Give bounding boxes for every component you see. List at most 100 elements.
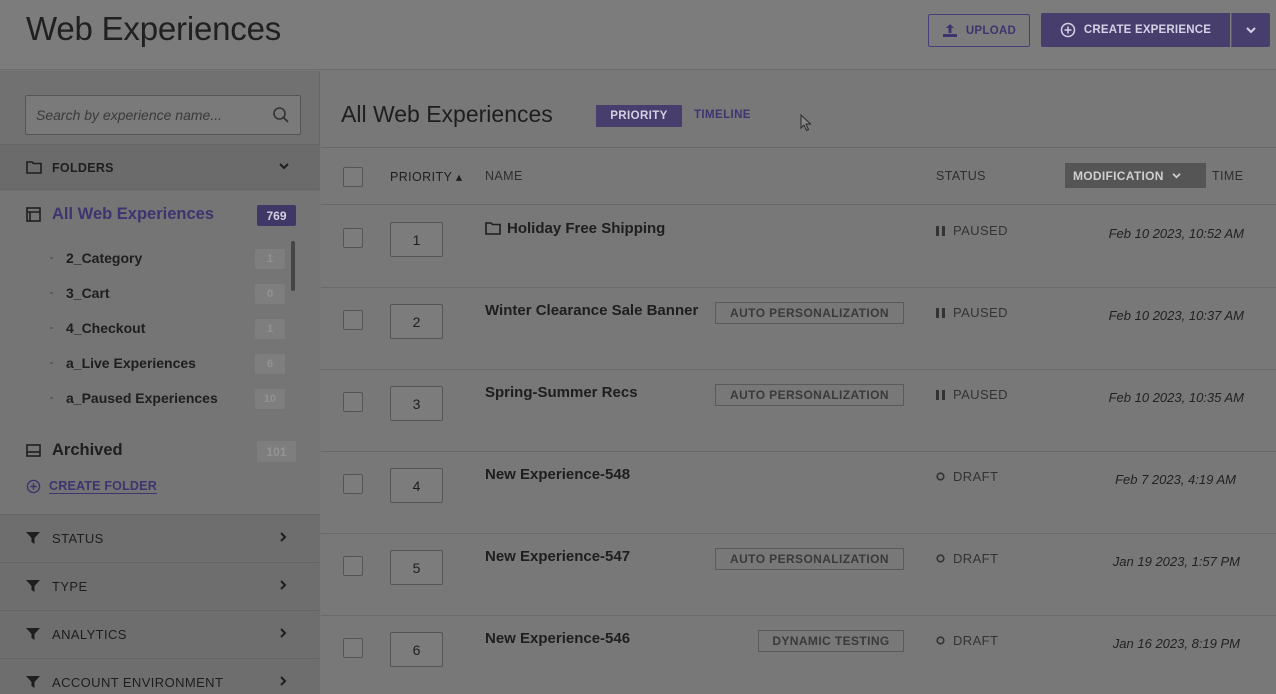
chevron-down-icon: [1172, 173, 1181, 179]
modification-time: Feb 10 2023, 10:37 AM: [1108, 308, 1244, 323]
status-badge: DRAFT: [936, 633, 998, 648]
search-input[interactable]: [36, 107, 266, 123]
modification-time: Feb 10 2023, 10:35 AM: [1108, 390, 1244, 405]
create-folder-label: CREATE FOLDER: [49, 478, 157, 494]
chevron-right-icon: [280, 532, 287, 542]
create-experience-label: CREATE EXPERIENCE: [1083, 24, 1212, 36]
experience-name[interactable]: Winter Clearance Sale Banner: [485, 302, 698, 319]
row-checkbox[interactable]: [343, 474, 363, 494]
folders-section-header[interactable]: FOLDERS: [0, 144, 320, 190]
experience-name-label: Winter Clearance Sale Banner: [485, 302, 699, 319]
type-tag: DYNAMIC TESTING: [758, 630, 904, 652]
column-time: TIME: [1212, 169, 1244, 183]
experience-name-label: Holiday Free Shipping: [507, 220, 666, 237]
folder-icon: [485, 222, 501, 235]
experience-name[interactable]: New Experience-548: [485, 466, 630, 483]
table-row[interactable]: 6 New Experience-546 DYNAMIC TESTING DRA…: [321, 616, 1276, 694]
folder-item-paused-experiences[interactable]: a_Paused Experiences 10: [50, 389, 290, 409]
status-label: PAUSED: [953, 305, 1008, 320]
modification-time: Feb 7 2023, 4:19 AM: [1115, 472, 1236, 487]
status-badge: DRAFT: [936, 469, 998, 484]
folder-label: All Web Experiences: [52, 205, 215, 223]
modification-time: Jan 16 2023, 8:19 PM: [1112, 636, 1240, 651]
table-row[interactable]: 1 Holiday Free Shipping PAUSED Feb 10 20…: [321, 206, 1276, 288]
table-row[interactable]: 2 Winter Clearance Sale Banner AUTO PERS…: [321, 288, 1276, 370]
count-badge: 1: [255, 319, 285, 339]
folder-item-4-checkout[interactable]: 4_Checkout 1: [50, 319, 290, 339]
type-tag: AUTO PERSONALIZATION: [715, 384, 904, 406]
plus-circle-icon: [1060, 22, 1076, 38]
page-title: Web Experiences: [26, 10, 282, 47]
status-label: PAUSED: [953, 387, 1008, 402]
row-checkbox[interactable]: [343, 638, 363, 658]
tab-priority[interactable]: PRIORITY: [596, 105, 682, 127]
filter-analytics[interactable]: ANALYTICS: [0, 610, 320, 657]
row-checkbox[interactable]: [343, 556, 363, 576]
upload-button[interactable]: UPLOAD: [928, 14, 1030, 47]
table-header: PRIORITY ▴ NAME STATUS MODIFICATION TIME: [321, 147, 1276, 205]
filter-type[interactable]: TYPE: [0, 562, 320, 609]
experience-name[interactable]: New Experience-546: [485, 630, 630, 647]
experience-name[interactable]: Spring-Summer Recs: [485, 384, 638, 401]
modification-time: Feb 10 2023, 10:52 AM: [1108, 226, 1244, 241]
experience-name-label: Spring-Summer Recs: [485, 384, 638, 401]
modification-dropdown[interactable]: MODIFICATION: [1065, 163, 1206, 188]
draft-circle-icon: [936, 636, 945, 645]
priority-input[interactable]: 4: [390, 468, 443, 503]
filter-account-environment[interactable]: ACCOUNT ENVIRONMENT: [0, 658, 320, 694]
sidebar: FOLDERS All Web Experiences 769 2_Catego…: [0, 71, 320, 694]
row-checkbox[interactable]: [343, 392, 363, 412]
filter-label: STATUS: [52, 531, 104, 546]
folder-archived[interactable]: Archived 101: [26, 441, 302, 463]
search-box: [25, 95, 301, 135]
chevron-down-icon: [279, 163, 289, 170]
filter-status[interactable]: STATUS: [0, 514, 320, 561]
folder-item-live-experiences[interactable]: a_Live Experiences 6: [50, 354, 290, 374]
priority-input[interactable]: 5: [390, 550, 443, 585]
create-experience-dropdown[interactable]: [1231, 13, 1270, 47]
experience-name-label: New Experience-547: [485, 548, 631, 565]
table-row[interactable]: 4 New Experience-548 DRAFT Feb 7 2023, 4…: [321, 452, 1276, 534]
column-status[interactable]: STATUS: [936, 169, 986, 183]
filter-label: ANALYTICS: [52, 627, 127, 642]
pause-icon: [936, 307, 945, 318]
row-checkbox[interactable]: [343, 228, 363, 248]
tree-dot: [50, 292, 53, 294]
tab-timeline[interactable]: TIMELINE: [694, 109, 751, 121]
chevron-right-icon: [280, 676, 287, 686]
folder-scrollbar[interactable]: [291, 241, 295, 291]
create-experience-button[interactable]: CREATE EXPERIENCE: [1041, 13, 1230, 47]
count-badge: 1: [255, 249, 285, 269]
list-icon: [26, 207, 41, 222]
modification-time: Jan 19 2023, 1:57 PM: [1112, 554, 1240, 569]
priority-input[interactable]: 3: [390, 386, 443, 421]
priority-input[interactable]: 1: [390, 222, 443, 257]
column-name[interactable]: NAME: [485, 169, 523, 183]
experience-name-label: New Experience-548: [485, 466, 631, 483]
folder-item-3-cart[interactable]: 3_Cart 0: [50, 284, 290, 304]
create-folder-link[interactable]: CREATE FOLDER: [26, 477, 157, 495]
status-badge: DRAFT: [936, 551, 998, 566]
folder-list: All Web Experiences 769 2_Category 1 3_C…: [0, 191, 320, 514]
table-row[interactable]: 5 New Experience-547 AUTO PERSONALIZATIO…: [321, 534, 1276, 616]
experience-name[interactable]: New Experience-547: [485, 548, 630, 565]
draft-circle-icon: [936, 472, 945, 481]
status-badge: PAUSED: [936, 305, 1008, 320]
priority-input[interactable]: 2: [390, 304, 443, 339]
table-row[interactable]: 3 Spring-Summer Recs AUTO PERSONALIZATIO…: [321, 370, 1276, 452]
section-title: All Web Experiences: [341, 101, 553, 127]
filter-icon: [26, 628, 40, 640]
filter-icon: [26, 532, 40, 544]
experience-name[interactable]: Holiday Free Shipping: [485, 220, 665, 237]
priority-input[interactable]: 6: [390, 632, 443, 667]
folder-label: 4_Checkout: [66, 320, 146, 336]
column-priority[interactable]: PRIORITY ▴: [390, 169, 463, 184]
folder-item-2-category[interactable]: 2_Category 1: [50, 249, 290, 269]
row-checkbox[interactable]: [343, 310, 363, 330]
search-icon[interactable]: [272, 106, 290, 124]
main-content: All Web Experiences PRIORITY TIMELINE PR…: [321, 71, 1276, 694]
folder-all-web-experiences[interactable]: All Web Experiences 769: [26, 205, 302, 227]
chevron-right-icon: [280, 580, 287, 590]
select-all-checkbox[interactable]: [343, 167, 363, 187]
chevron-right-icon: [280, 628, 287, 638]
